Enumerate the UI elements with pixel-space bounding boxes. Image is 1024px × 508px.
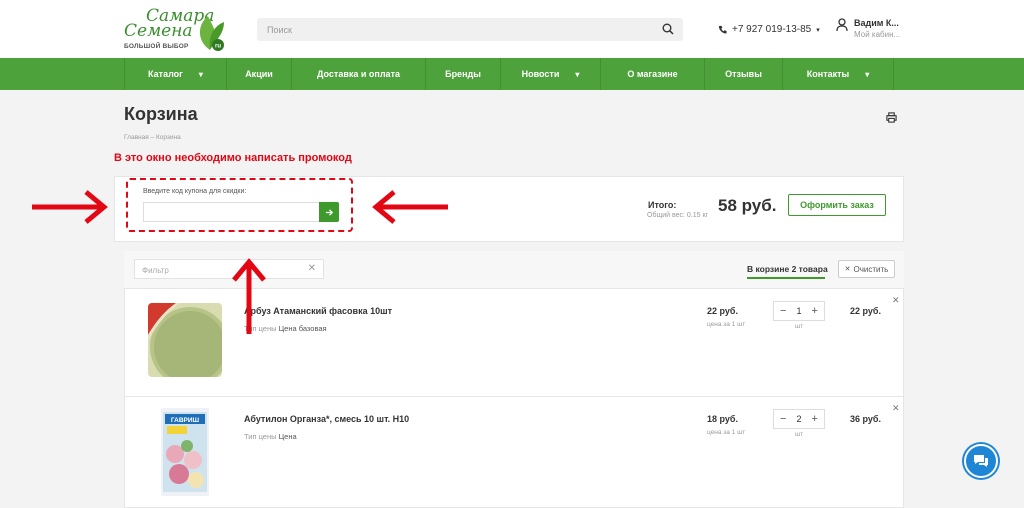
phone-number[interactable]: +7 927 019-13-85 ▾ [718, 24, 820, 35]
total-weight: Общий вес: 0.15 кг [647, 212, 709, 219]
nav-item-promo[interactable]: Акции [226, 58, 291, 90]
logo-badge: ru [215, 44, 221, 50]
search-box [257, 18, 683, 41]
product-price-type: Тип цены Цена [244, 432, 297, 441]
coupon-label: Введите код купона для скидки: [143, 188, 247, 195]
total-sum: 58 руб. [718, 196, 777, 215]
chevron-down-icon: ▾ [865, 69, 870, 79]
nav-item-brands[interactable]: Бренды [425, 58, 500, 90]
quantity-increase-button[interactable]: + [812, 413, 818, 425]
nav-label: Новости [521, 69, 560, 79]
clear-cart-button[interactable]: ✕ Очистить [838, 260, 895, 278]
phone-icon [718, 25, 727, 34]
watermelon-image [148, 303, 222, 377]
breadcrumb[interactable]: Главная – Корзина [124, 134, 181, 141]
coupon-input[interactable] [143, 202, 319, 222]
arrow-right-icon [325, 208, 333, 216]
chevron-down-icon: ▾ [575, 69, 580, 79]
user-menu[interactable]: Вадим К... Мой кабин... [836, 18, 900, 39]
chat-icon [974, 455, 988, 467]
filter-box: ✕ [134, 259, 324, 280]
quantity-stepper: − 2 + [773, 409, 825, 429]
price-type-value: Цена базовая [278, 324, 327, 333]
nav-label: Отзывы [725, 69, 762, 79]
user-icon [836, 18, 848, 32]
nav-label: О магазине [627, 69, 678, 79]
price-unit-label: цена за 1 шт [707, 321, 746, 328]
quantity-value[interactable]: 1 [796, 306, 801, 316]
arrow-left-annotation-icon [372, 190, 448, 224]
quantity-increase-button[interactable]: + [812, 305, 818, 317]
print-icon[interactable] [886, 112, 897, 123]
chevron-down-icon: ▾ [198, 69, 203, 79]
promo-annotation-text: В это окно необходимо написать промокод [114, 152, 352, 164]
seed-packet-image: ГАВРИШ [161, 408, 209, 496]
price-type-label: Тип цены [244, 432, 277, 441]
tab-underline [747, 277, 825, 279]
main-nav: Каталог ▾ Акции Доставка и оплата Бренды … [0, 58, 1024, 90]
close-icon: ✕ [844, 266, 851, 273]
filter-input[interactable] [135, 261, 295, 280]
quantity-unit: шт [795, 431, 804, 438]
cart-count-tab[interactable]: В корзине 2 товара [747, 264, 828, 274]
remove-item-icon[interactable]: ✕ [892, 295, 900, 306]
page-title: Корзина [124, 104, 198, 124]
nav-label: Каталог [148, 69, 183, 79]
checkout-button[interactable]: Оформить заказ [788, 194, 886, 216]
quantity-stepper: − 1 + [773, 301, 825, 321]
search-input[interactable] [257, 18, 637, 41]
site-header: Самара Семена БОЛЬШОЙ ВЫБОР ru +7 927 01… [0, 0, 1024, 58]
product-image-watermelon[interactable] [148, 303, 222, 377]
arrow-up-annotation-icon [232, 258, 266, 334]
logo-line2: Семена [124, 21, 193, 41]
phone-text: +7 927 019-13-85 [732, 24, 812, 35]
title-area: Корзина Главная – Корзина [0, 90, 1024, 158]
item-divider [124, 396, 904, 397]
product-sum: 36 руб. [850, 414, 881, 424]
site-logo[interactable]: Самара Семена БОЛЬШОЙ ВЫБОР ru [124, 6, 224, 52]
nav-label: Акции [245, 69, 273, 79]
product-sum: 22 руб. [850, 306, 881, 316]
nav-item-about[interactable]: О магазине [600, 58, 704, 90]
coupon-apply-button[interactable] [319, 202, 339, 222]
product-name[interactable]: Абутилон Органза*, смесь 10 шт. Н10 [244, 414, 409, 424]
nav-label: Доставка и оплата [317, 69, 400, 79]
product-name[interactable]: Арбуз Атаманский фасовка 10шт [244, 306, 392, 316]
price-unit-label: цена за 1 шт [707, 429, 746, 436]
logo-line3: БОЛЬШОЙ ВЫБОР [124, 43, 189, 50]
quantity-decrease-button[interactable]: − [780, 413, 786, 425]
chat-button[interactable] [964, 444, 998, 478]
logo-leaf-icon: ru [199, 16, 224, 51]
nav-label: Контакты [806, 69, 850, 79]
user-name: Вадим К... [854, 18, 899, 28]
total-label: Итого: [648, 200, 677, 210]
product-price: 22 руб. [707, 306, 738, 316]
package-brand: ГАВРИШ [171, 417, 200, 424]
close-icon[interactable]: ✕ [308, 263, 316, 274]
nav-item-reviews[interactable]: Отзывы [704, 58, 782, 90]
arrow-right-annotation-icon [32, 190, 108, 224]
price-type-value: Цена [278, 432, 297, 441]
nav-label: Бренды [445, 69, 481, 79]
nav-item-contacts[interactable]: Контакты ▾ [782, 58, 894, 90]
nav-item-delivery[interactable]: Доставка и оплата [291, 58, 425, 90]
phone-dropdown-icon[interactable]: ▾ [816, 26, 820, 34]
user-cabinet-link[interactable]: Мой кабин... [854, 30, 900, 39]
remove-item-icon[interactable]: ✕ [892, 403, 900, 414]
quantity-decrease-button[interactable]: − [780, 305, 786, 317]
nav-item-news[interactable]: Новости ▾ [500, 58, 600, 90]
product-price: 18 руб. [707, 414, 738, 424]
nav-item-catalog[interactable]: Каталог ▾ [124, 58, 226, 90]
clear-label: Очистить [853, 264, 889, 274]
quantity-unit: шт [795, 323, 804, 330]
search-icon[interactable] [662, 23, 674, 35]
quantity-value[interactable]: 2 [796, 414, 801, 424]
product-image-abutilon[interactable]: ГАВРИШ [161, 408, 209, 496]
